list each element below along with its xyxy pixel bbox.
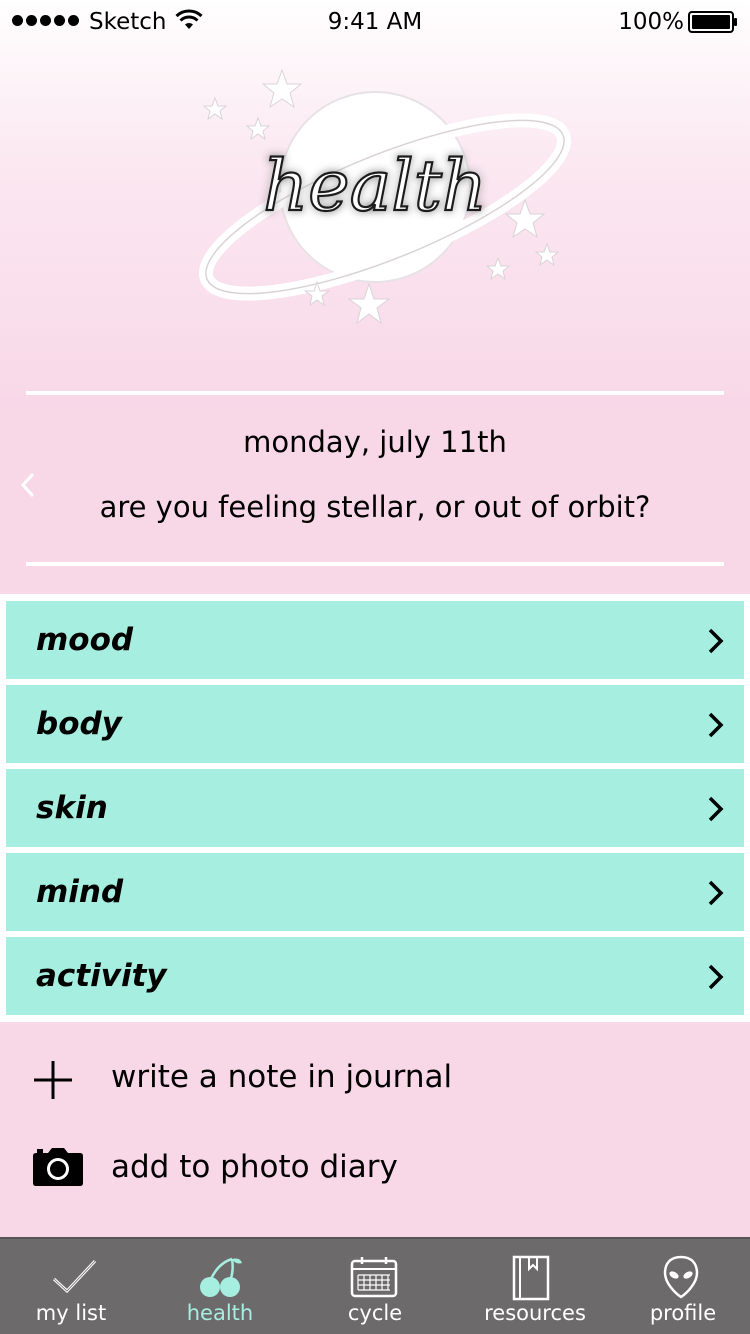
tab-label: health bbox=[186, 1301, 254, 1325]
tab-health[interactable]: health bbox=[180, 1239, 260, 1334]
category-row-mood[interactable]: mood bbox=[6, 601, 744, 679]
tab-bar: my list health cycle resources profile bbox=[0, 1237, 750, 1334]
mood-question: are you feeling stellar, or out of orbit… bbox=[99, 490, 651, 524]
current-date: monday, july 11th bbox=[243, 425, 507, 459]
chevron-right-icon bbox=[708, 964, 724, 990]
tab-label: resources bbox=[484, 1301, 586, 1325]
category-row-activity[interactable]: activity bbox=[6, 937, 744, 1015]
book-icon bbox=[512, 1255, 550, 1301]
bottom-divider bbox=[26, 562, 724, 566]
category-label: activity bbox=[36, 958, 167, 994]
chevron-right-icon bbox=[708, 796, 724, 822]
write-journal-note-button[interactable]: write a note in journal bbox=[0, 1043, 750, 1113]
category-label: mind bbox=[36, 874, 124, 910]
category-label: skin bbox=[36, 790, 108, 826]
logo-title: health bbox=[263, 145, 487, 227]
tab-label: profile bbox=[649, 1301, 717, 1325]
add-photo-diary-label: add to photo diary bbox=[111, 1149, 398, 1185]
category-label: mood bbox=[36, 622, 134, 658]
status-bar: Sketch 9:41 AM 100% bbox=[0, 0, 750, 44]
battery-icon bbox=[688, 11, 737, 33]
chevron-right-icon bbox=[708, 880, 724, 906]
alien-icon bbox=[663, 1255, 699, 1299]
tab-resources[interactable]: resources bbox=[484, 1239, 586, 1334]
category-row-mind[interactable]: mind bbox=[6, 853, 744, 931]
tab-label: my list bbox=[35, 1301, 107, 1325]
chevron-right-icon bbox=[708, 628, 724, 654]
battery-percent: 100% bbox=[618, 9, 684, 35]
write-journal-note-label: write a note in journal bbox=[111, 1059, 453, 1095]
chevron-right-icon bbox=[708, 712, 724, 738]
tab-cycle[interactable]: cycle bbox=[335, 1239, 415, 1334]
plus-icon bbox=[34, 1061, 72, 1099]
cherries-icon bbox=[200, 1257, 242, 1297]
health-planet-logo: health bbox=[198, 68, 572, 325]
add-photo-diary-button[interactable]: add to photo diary bbox=[0, 1133, 750, 1203]
category-row-skin[interactable]: skin bbox=[6, 769, 744, 847]
calendar-icon bbox=[350, 1257, 398, 1298]
camera-icon bbox=[33, 1148, 83, 1186]
category-label: body bbox=[36, 706, 122, 742]
tab-profile[interactable]: profile bbox=[643, 1239, 723, 1334]
tab-label: cycle bbox=[347, 1301, 403, 1325]
top-divider bbox=[26, 391, 724, 395]
checkmark-icon bbox=[52, 1259, 97, 1294]
category-row-body[interactable]: body bbox=[6, 685, 744, 763]
tab-my-list[interactable]: my list bbox=[31, 1239, 111, 1334]
